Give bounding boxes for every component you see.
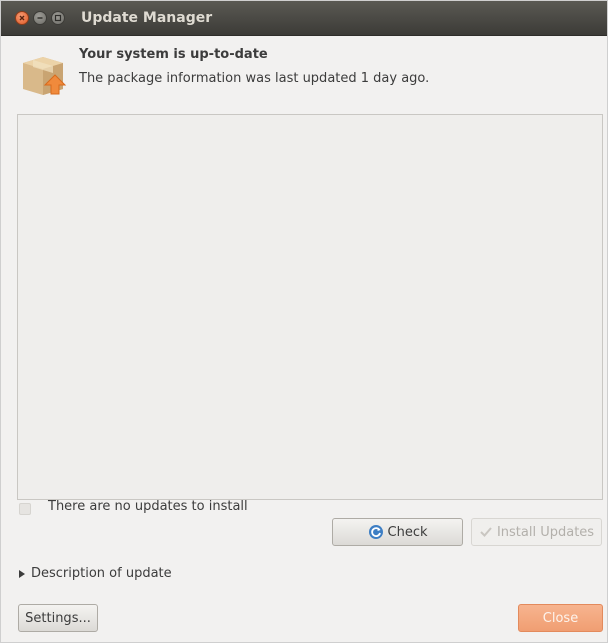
window-maximize-button[interactable] xyxy=(51,11,65,25)
expander-arrow-icon xyxy=(19,569,25,578)
description-label: Description of update xyxy=(31,566,172,581)
no-updates-label: There are no updates to install xyxy=(48,499,248,514)
description-expander[interactable]: Description of update xyxy=(19,566,172,581)
package-update-icon xyxy=(23,57,67,95)
check-button[interactable]: Check xyxy=(332,518,463,546)
titlebar[interactable]: Update Manager xyxy=(1,1,607,36)
install-updates-button[interactable]: Install Updates xyxy=(471,518,602,546)
close-button[interactable]: Close xyxy=(518,604,603,632)
close-icon xyxy=(19,15,25,21)
refresh-icon xyxy=(368,525,383,539)
install-updates-label: Install Updates xyxy=(496,524,595,540)
update-list[interactable] xyxy=(17,114,603,500)
checkmark-icon xyxy=(480,527,492,537)
settings-button[interactable]: Settings... xyxy=(18,604,98,632)
check-button-label: Check xyxy=(387,524,428,540)
select-all-checkbox[interactable] xyxy=(19,503,31,515)
maximize-icon xyxy=(54,14,62,22)
status-title: Your system is up-to-date xyxy=(79,47,268,62)
minimize-icon xyxy=(37,17,43,19)
window-close-button[interactable] xyxy=(15,11,29,25)
window-minimize-button[interactable] xyxy=(33,11,47,25)
settings-button-label: Settings... xyxy=(25,610,91,626)
close-button-label: Close xyxy=(542,610,579,626)
update-manager-window: Update Manager Your system is up-to-date… xyxy=(0,0,608,643)
status-subtitle: The package information was last updated… xyxy=(79,71,430,86)
window-title: Update Manager xyxy=(81,10,213,26)
